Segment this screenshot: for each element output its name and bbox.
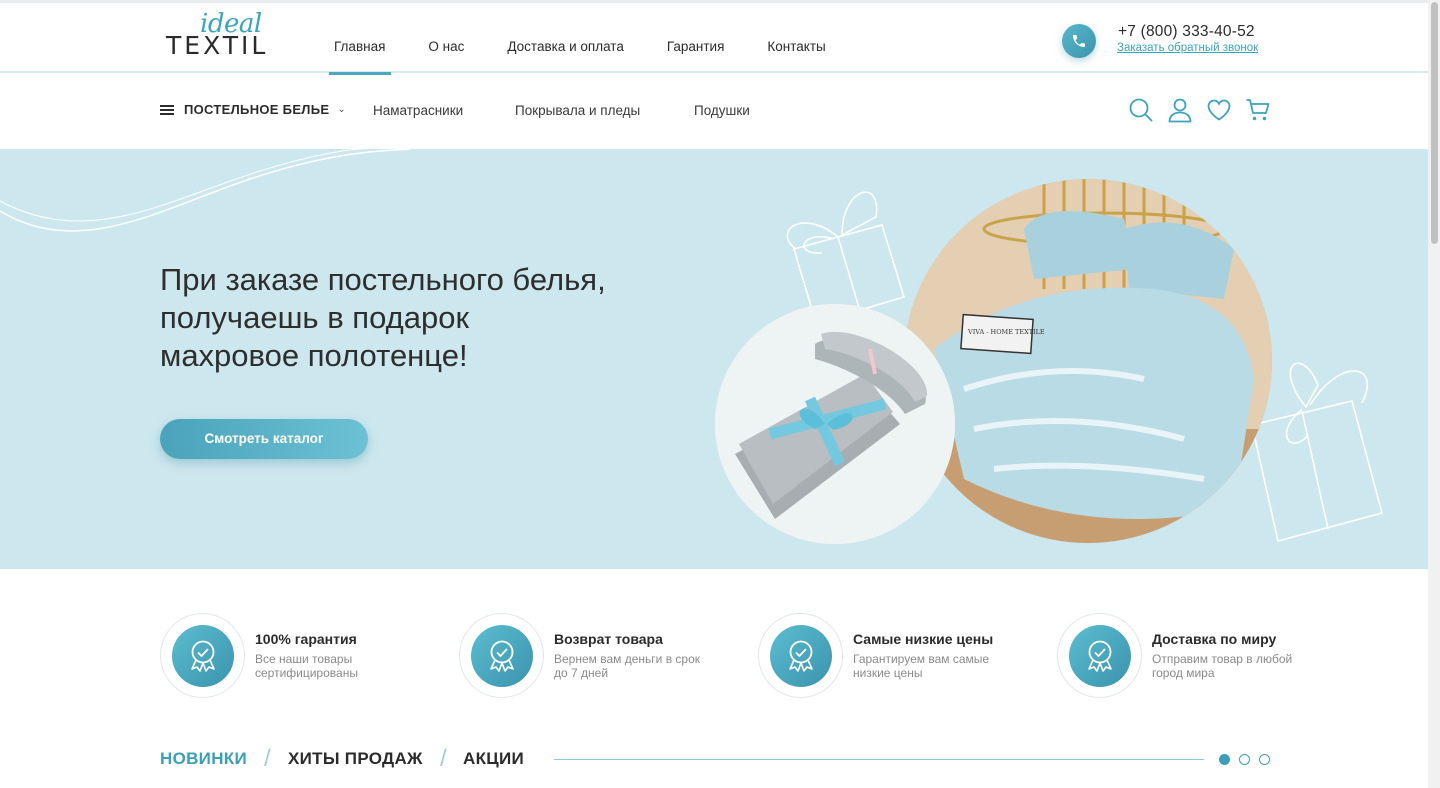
cart-icon[interactable] [1245, 97, 1271, 123]
header-icons [1128, 97, 1284, 123]
page-scrollbar[interactable] [1428, 0, 1440, 788]
feature-icon-disc [172, 625, 234, 687]
tabs-divider-line [554, 759, 1204, 760]
feature-low-prices: Самые низкие цены Гарантируем вам самые … [758, 613, 1048, 699]
feature-icon-ring [459, 613, 544, 698]
feature-icon-disc [770, 625, 832, 687]
category-bar: ПОСТЕЛЬНОЕ БЕЛЬЕ ⌄ Наматрасники Покрывал… [0, 75, 1428, 149]
hero-banner: При заказе постельного белья, получаешь … [0, 149, 1428, 569]
category-link-mattress-toppers[interactable]: Наматрасники [373, 103, 463, 118]
hero-title-line-3: махровое полотенце! [160, 338, 468, 373]
tab-separator: / [440, 745, 447, 772]
award-badge-icon [1088, 640, 1112, 672]
callback-link[interactable]: Заказать обратный звонок [1117, 42, 1258, 54]
hero-title-line-1: При заказе постельного белья, [160, 262, 606, 297]
feature-title: Самые низкие цены [853, 631, 994, 647]
chevron-down-icon: ⌄ [337, 104, 347, 115]
user-icon[interactable] [1167, 97, 1193, 123]
feature-icon-disc [471, 625, 533, 687]
category-link-pillows[interactable]: Подушки [694, 103, 750, 118]
nav-item-contacts[interactable]: Контакты [767, 3, 825, 73]
header: ideal TEXTIL Главная О нас Доставка и оп… [0, 3, 1428, 75]
scrollbar-thumb[interactable] [1431, 2, 1438, 244]
feature-title: 100% гарантия [255, 631, 357, 647]
view-catalog-button[interactable]: Смотреть каталог [160, 419, 368, 459]
feature-icon-ring [758, 613, 843, 698]
feature-title: Доставка по миру [1152, 631, 1277, 647]
slider-dot-1[interactable] [1219, 754, 1230, 765]
feature-return: Возврат товара Вернем вам деньги в срок … [459, 613, 749, 699]
nav-item-home[interactable]: Главная [328, 3, 392, 75]
search-icon[interactable] [1128, 97, 1154, 123]
tab-new[interactable]: НОВИНКИ [160, 749, 247, 769]
hero-title: При заказе постельного белья, получаешь … [160, 261, 606, 375]
tab-sales[interactable]: АКЦИИ [463, 749, 524, 769]
logo[interactable]: ideal TEXTIL [166, 9, 290, 65]
feature-icon-disc [1069, 625, 1131, 687]
feature-icon-ring [1057, 613, 1142, 698]
phone-button[interactable] [1062, 24, 1096, 58]
pillow-tag-text: VIVA - HOME TEXTILE [967, 328, 1045, 336]
slider-dot-3[interactable] [1259, 754, 1270, 765]
feature-text: Отправим товар в любой город мира [1152, 652, 1293, 680]
award-badge-icon [789, 640, 813, 672]
bedding-photo: VIVA - HOME TEXTILE [904, 179, 1272, 543]
award-badge-icon [191, 640, 215, 672]
tab-separator: / [264, 745, 271, 772]
slider-pagination [1219, 754, 1279, 765]
feature-text: Вернем вам деньги в срок до 7 дней [554, 652, 701, 680]
feature-text: Гарантируем вам самые низкие цены [853, 652, 990, 680]
heart-icon[interactable] [1206, 97, 1232, 123]
logo-word: TEXTIL [166, 31, 269, 60]
catalog-menu-button[interactable]: ПОСТЕЛЬНОЕ БЕЛЬЕ ⌄ [160, 102, 346, 117]
menu-icon [160, 104, 174, 115]
slider-dot-2[interactable] [1239, 754, 1250, 765]
product-tabs: НОВИНКИ / ХИТЫ ПРОДАЖ / АКЦИИ [160, 745, 1272, 775]
features-row: 100% гарантия Все наши товары сертифицир… [160, 613, 1300, 699]
towel-photo [715, 304, 955, 544]
main-nav: Главная О нас Доставка и оплата Гарантия… [328, 3, 869, 75]
phone-number[interactable]: +7 (800) 333-40-52 [1118, 23, 1255, 41]
award-badge-icon [490, 640, 514, 672]
nav-item-about[interactable]: О нас [428, 3, 464, 73]
feature-guarantee: 100% гарантия Все наши товары сертифицир… [160, 613, 450, 699]
feature-worldwide-delivery: Доставка по миру Отправим товар в любой … [1057, 613, 1347, 699]
tab-bestsellers[interactable]: ХИТЫ ПРОДАЖ [288, 749, 423, 769]
feature-text: Все наши товары сертифицированы [255, 652, 358, 680]
catalog-menu-label: ПОСТЕЛЬНОЕ БЕЛЬЕ [184, 102, 330, 117]
nav-item-delivery[interactable]: Доставка и оплата [507, 3, 623, 73]
decorative-wave [0, 149, 411, 232]
phone-icon [1073, 35, 1085, 47]
category-link-bedspreads[interactable]: Покрывала и пледы [515, 103, 640, 118]
feature-icon-ring [160, 613, 245, 698]
feature-title: Возврат товара [554, 631, 663, 647]
nav-item-guarantee[interactable]: Гарантия [667, 3, 725, 73]
hero-title-line-2: получаешь в подарок [160, 300, 470, 335]
